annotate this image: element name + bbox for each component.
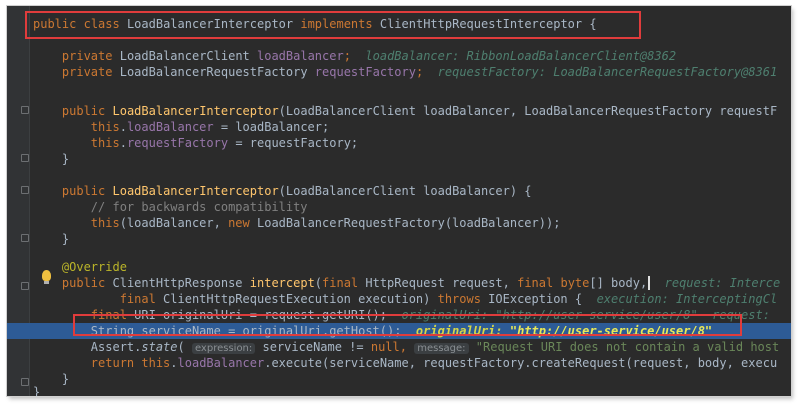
keyword: public — [33, 17, 77, 31]
type-name: LoadBalancerClient — [119, 49, 250, 63]
constructor-name: LoadBalancerInterceptor — [112, 184, 279, 198]
method-name: state — [141, 340, 178, 354]
code-line-uri: final URI originalUri = request.getURI()… — [7, 307, 791, 323]
field-name: loadBalancer — [177, 356, 265, 370]
arguments: LoadBalancerRequestFactory(loadBalancer)… — [249, 216, 561, 230]
keyword: this — [90, 120, 120, 134]
assignment: = requestFactory; — [228, 136, 359, 150]
field-name: requestFactory — [314, 65, 416, 79]
field-name: loadBalancer — [257, 49, 344, 63]
paren: ( — [314, 276, 323, 290]
code-line-constructor-2: public LoadBalancerInterceptor(LoadBalan… — [7, 183, 791, 199]
field-name: loadBalancer — [126, 120, 214, 134]
statement: URI originalUri = request.getURI(); — [126, 308, 388, 322]
field-name: requestFactory — [126, 136, 229, 150]
brace: } — [61, 152, 70, 166]
parameters: (LoadBalancerClient loadBalancer) { — [278, 184, 532, 198]
param-hint: expression: — [191, 343, 256, 354]
comment: // for backwards compatibility — [90, 200, 308, 214]
keyword: this — [134, 356, 171, 370]
keyword: throws — [437, 292, 481, 306]
dot: . — [119, 120, 127, 134]
code-line-comment: // for backwards compatibility — [7, 199, 791, 215]
brace: { — [589, 17, 597, 31]
statement: String serviceName = originalUri.getHost… — [90, 324, 402, 338]
debug-inline-value: requestFactory: LoadBalancerRequestFacto… — [437, 65, 778, 79]
code-line-assert: Assert.state( expression: serviceName !=… — [90, 340, 780, 354]
keyword: final — [517, 276, 554, 290]
statement: .execute(serviceName, requestFactory.cre… — [264, 356, 778, 370]
param-hint: message: — [414, 343, 469, 354]
semicolon: ; — [343, 49, 351, 63]
code-line-constructor-1: public LoadBalancerInterceptor(LoadBalan… — [7, 103, 791, 119]
keyword: class — [83, 17, 120, 31]
return-type: ClientHttpResponse — [105, 276, 250, 290]
debug-inline-value: execution: InterceptingCl — [596, 292, 778, 306]
interface-name: ClientHttpRequestInterceptor — [379, 17, 583, 31]
debug-inline-value: "http://user-service/user/8" — [509, 324, 713, 338]
keyword: public — [61, 276, 106, 290]
assignment: = loadBalancer; — [213, 120, 330, 134]
code-line-close-brace: } — [7, 231, 791, 247]
code-line-this-call: this(loadBalancer, new LoadBalancerReque… — [7, 215, 791, 231]
exception: IOException { — [480, 292, 583, 306]
constructor-name: LoadBalancerInterceptor — [112, 104, 279, 118]
semicolon: ; — [415, 65, 424, 79]
keyword: null — [370, 340, 400, 354]
keyword: this — [90, 216, 120, 230]
code-line-method-signature-2: final ClientHttpRequestExecution executi… — [7, 291, 791, 307]
class-name: LoadBalancerInterceptor — [126, 17, 294, 31]
code-line-class-close: } — [7, 384, 791, 396]
parameters: [] body, — [589, 276, 648, 290]
keyword: public — [61, 104, 106, 118]
annotation: @Override — [61, 260, 127, 274]
debug-inline-value: loadBalancer: RibbonLoadBalancerClient@8… — [365, 49, 677, 63]
parameters: HttpRequest request, — [358, 276, 518, 290]
expression: serviceName != — [255, 340, 371, 354]
debug-inline-value: request: Interce — [664, 276, 781, 290]
type-name: LoadBalancerRequestFactory — [119, 65, 308, 79]
debug-inline-label: originalUri: — [415, 324, 503, 338]
class-name: Assert. — [90, 340, 142, 354]
debug-inline-value: originalUri: "http://user-service/user/8… — [401, 308, 770, 322]
code-line-method-signature: public ClientHttpResponse intercept(fina… — [7, 275, 791, 291]
keyword: final — [119, 292, 156, 306]
code-line-close-brace: } — [7, 151, 791, 167]
keyword: byte — [560, 276, 590, 290]
keyword: private — [61, 65, 113, 79]
code-line-current-execution: String serviceName = originalUri.getHost… — [7, 323, 791, 339]
parameters: (LoadBalancerClient loadBalancer, LoadBa… — [278, 104, 778, 118]
code-line-field-requestfactory: private LoadBalancerRequestFactory reque… — [7, 64, 791, 80]
code-line-field-loadbalancer: private LoadBalancerClient loadBalancer;… — [7, 48, 791, 64]
code-line-assign-loadbalancer: this.loadBalancer = loadBalancer; — [7, 119, 791, 135]
code-line-class-declaration: public class LoadBalancerInterceptor imp… — [7, 16, 791, 32]
code-line-annotation: @Override — [7, 259, 791, 275]
arguments: (loadBalancer, — [119, 216, 229, 230]
keyword: implements — [300, 17, 373, 31]
keyword: this — [90, 136, 120, 150]
parameters: ClientHttpRequestExecution execution) — [155, 292, 438, 306]
text-cursor — [648, 276, 651, 290]
keyword: final — [90, 308, 127, 322]
comma: , — [399, 340, 407, 354]
code-line-return: return this.loadBalancer.execute(service… — [7, 355, 791, 371]
code-area[interactable]: public class LoadBalancerInterceptor imp… — [7, 6, 791, 396]
method-name: intercept — [249, 276, 315, 290]
keyword: final — [322, 276, 359, 290]
keyword: public — [61, 184, 106, 198]
keyword: private — [61, 49, 113, 63]
dot: . — [119, 136, 127, 150]
brace: } — [61, 232, 70, 246]
string-literal: "Request URI does not contain a valid ho… — [475, 340, 780, 354]
code-line-assign-requestfactory: this.requestFactory = requestFactory; — [7, 135, 791, 151]
keyword: return — [90, 356, 135, 370]
brace: } — [33, 385, 41, 396]
dot: . — [170, 356, 178, 370]
keyword: new — [228, 216, 250, 230]
code-editor[interactable]: public class LoadBalancerInterceptor imp… — [7, 6, 791, 396]
